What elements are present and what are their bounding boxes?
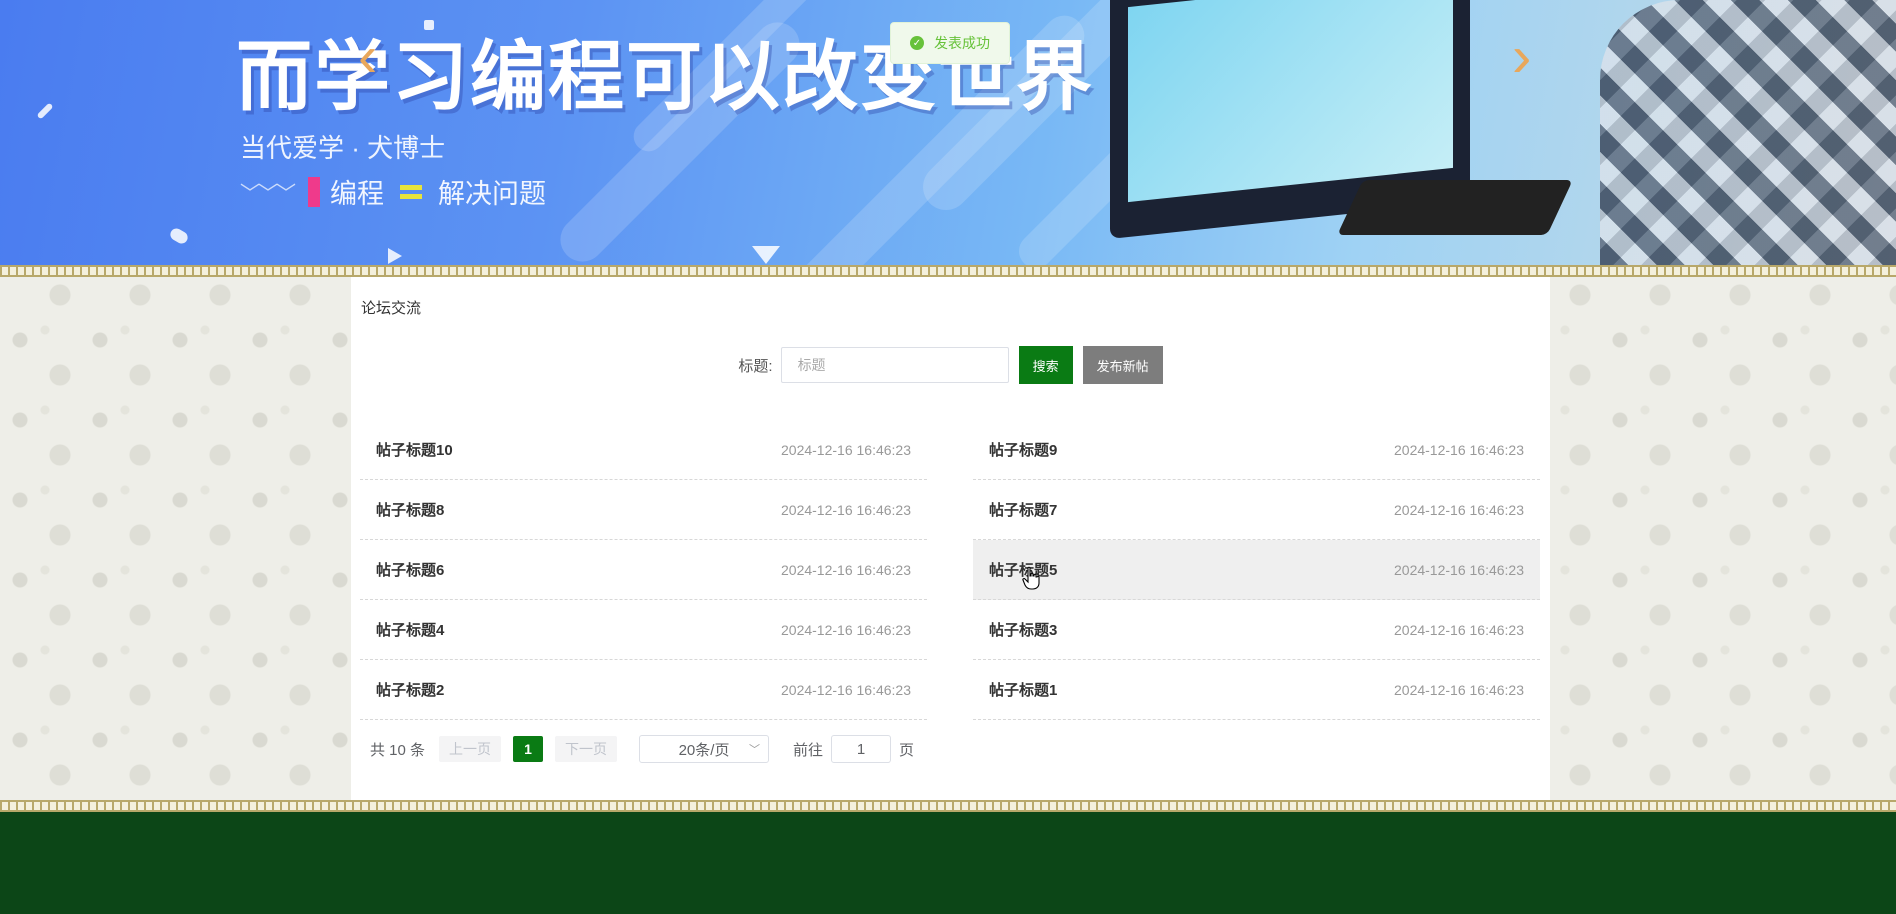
post-time: 2024-12-16 16:46:23: [1394, 501, 1524, 518]
post-row-hovered[interactable]: 帖子标题5 2024-12-16 16:46:23: [973, 540, 1540, 600]
success-toast: ✓ 发表成功: [890, 22, 1010, 64]
forum-panel: 论坛交流 标题: 搜索 发布新帖 帖子标题10 2024-12-16 16:46…: [351, 277, 1550, 800]
post-row[interactable]: 帖子标题7 2024-12-16 16:46:23: [973, 480, 1540, 540]
search-bar: 标题: 搜索 发布新帖: [351, 345, 1550, 385]
post-title[interactable]: 帖子标题2: [376, 679, 444, 700]
carousel-prev-arrow[interactable]: ‹: [358, 28, 377, 86]
next-page-button[interactable]: 下一页: [555, 736, 618, 762]
toast-message: 发表成功: [934, 35, 990, 51]
post-row[interactable]: 帖子标题9 2024-12-16 16:46:23: [973, 420, 1540, 480]
post-list-right: 帖子标题9 2024-12-16 16:46:23 帖子标题7 2024-12-…: [973, 420, 1540, 720]
slogan-right: 解决问题: [438, 179, 546, 209]
post-title[interactable]: 帖子标题7: [989, 499, 1057, 520]
post-title[interactable]: 帖子标题10: [376, 439, 453, 460]
post-row[interactable]: 帖子标题6 2024-12-16 16:46:23: [360, 540, 927, 600]
post-row[interactable]: 帖子标题2 2024-12-16 16:46:23: [360, 660, 927, 720]
post-row[interactable]: 帖子标题8 2024-12-16 16:46:23: [360, 480, 927, 540]
equals-icon: [400, 181, 422, 203]
section-title: 论坛交流: [361, 300, 422, 317]
hand-pointer-icon: [1022, 566, 1040, 590]
fret-border-bottom: [0, 800, 1896, 812]
post-time: 2024-12-16 16:46:23: [781, 561, 911, 578]
footer: [0, 812, 1896, 914]
post-row[interactable]: 帖子标题1 2024-12-16 16:46:23: [973, 660, 1540, 720]
slogan-left: 编程: [330, 179, 384, 209]
page-unit-label: 页: [899, 741, 915, 759]
post-list-left: 帖子标题10 2024-12-16 16:46:23 帖子标题8 2024-12…: [360, 420, 927, 720]
publish-post-button[interactable]: 发布新帖: [1082, 346, 1163, 384]
page-size-value: 20条/页: [678, 741, 730, 759]
pink-bar-decoration: [308, 176, 320, 207]
pagination-total: 共 10 条: [370, 741, 426, 759]
post-time: 2024-12-16 16:46:23: [1394, 441, 1524, 458]
banner-slogan: ﹀﹀﹀ 编程 解决问题: [240, 172, 546, 211]
post-time: 2024-12-16 16:46:23: [1394, 681, 1524, 698]
person-graphic: [1600, 0, 1896, 265]
post-time: 2024-12-16 16:46:23: [781, 621, 911, 638]
post-title[interactable]: 帖子标题6: [376, 559, 444, 580]
search-button[interactable]: 搜索: [1018, 346, 1073, 384]
post-title[interactable]: 帖子标题3: [989, 619, 1057, 640]
current-page-button[interactable]: 1: [513, 736, 544, 762]
page-jump-input[interactable]: [831, 735, 892, 763]
post-time: 2024-12-16 16:46:23: [1394, 561, 1524, 578]
post-time: 2024-12-16 16:46:23: [781, 441, 911, 458]
screen-graphic: [1128, 0, 1453, 203]
post-row[interactable]: 帖子标题4 2024-12-16 16:46:23: [360, 600, 927, 660]
page-size-select[interactable]: 20条/页 ﹀: [639, 735, 770, 763]
chevron-down-icon: ﹀: [749, 744, 761, 756]
fret-border-top: [0, 265, 1896, 277]
banner-subline: 当代爱学 · 犬博士: [240, 133, 446, 163]
post-title[interactable]: 帖子标题1: [989, 679, 1057, 700]
post-title[interactable]: 帖子标题8: [376, 499, 444, 520]
title-search-input[interactable]: [780, 347, 1009, 383]
zigzag-decoration: ﹀﹀﹀: [240, 183, 296, 205]
carousel-next-arrow[interactable]: ›: [1512, 28, 1531, 86]
pagination: 共 10 条 上一页 1 下一页 20条/页 ﹀ 前往 页: [370, 734, 914, 764]
post-time: 2024-12-16 16:46:23: [781, 681, 911, 698]
goto-label: 前往: [793, 741, 824, 759]
post-title[interactable]: 帖子标题9: [989, 439, 1057, 460]
post-row[interactable]: 帖子标题10 2024-12-16 16:46:23: [360, 420, 927, 480]
post-time: 2024-12-16 16:46:23: [781, 501, 911, 518]
search-label: 标题:: [738, 357, 773, 375]
post-row[interactable]: 帖子标题3 2024-12-16 16:46:23: [973, 600, 1540, 660]
keyboard-graphic: [1337, 180, 1573, 235]
prev-page-button[interactable]: 上一页: [439, 736, 502, 762]
post-time: 2024-12-16 16:46:23: [1394, 621, 1524, 638]
check-circle-icon: ✓: [910, 36, 924, 50]
post-title[interactable]: 帖子标题4: [376, 619, 444, 640]
